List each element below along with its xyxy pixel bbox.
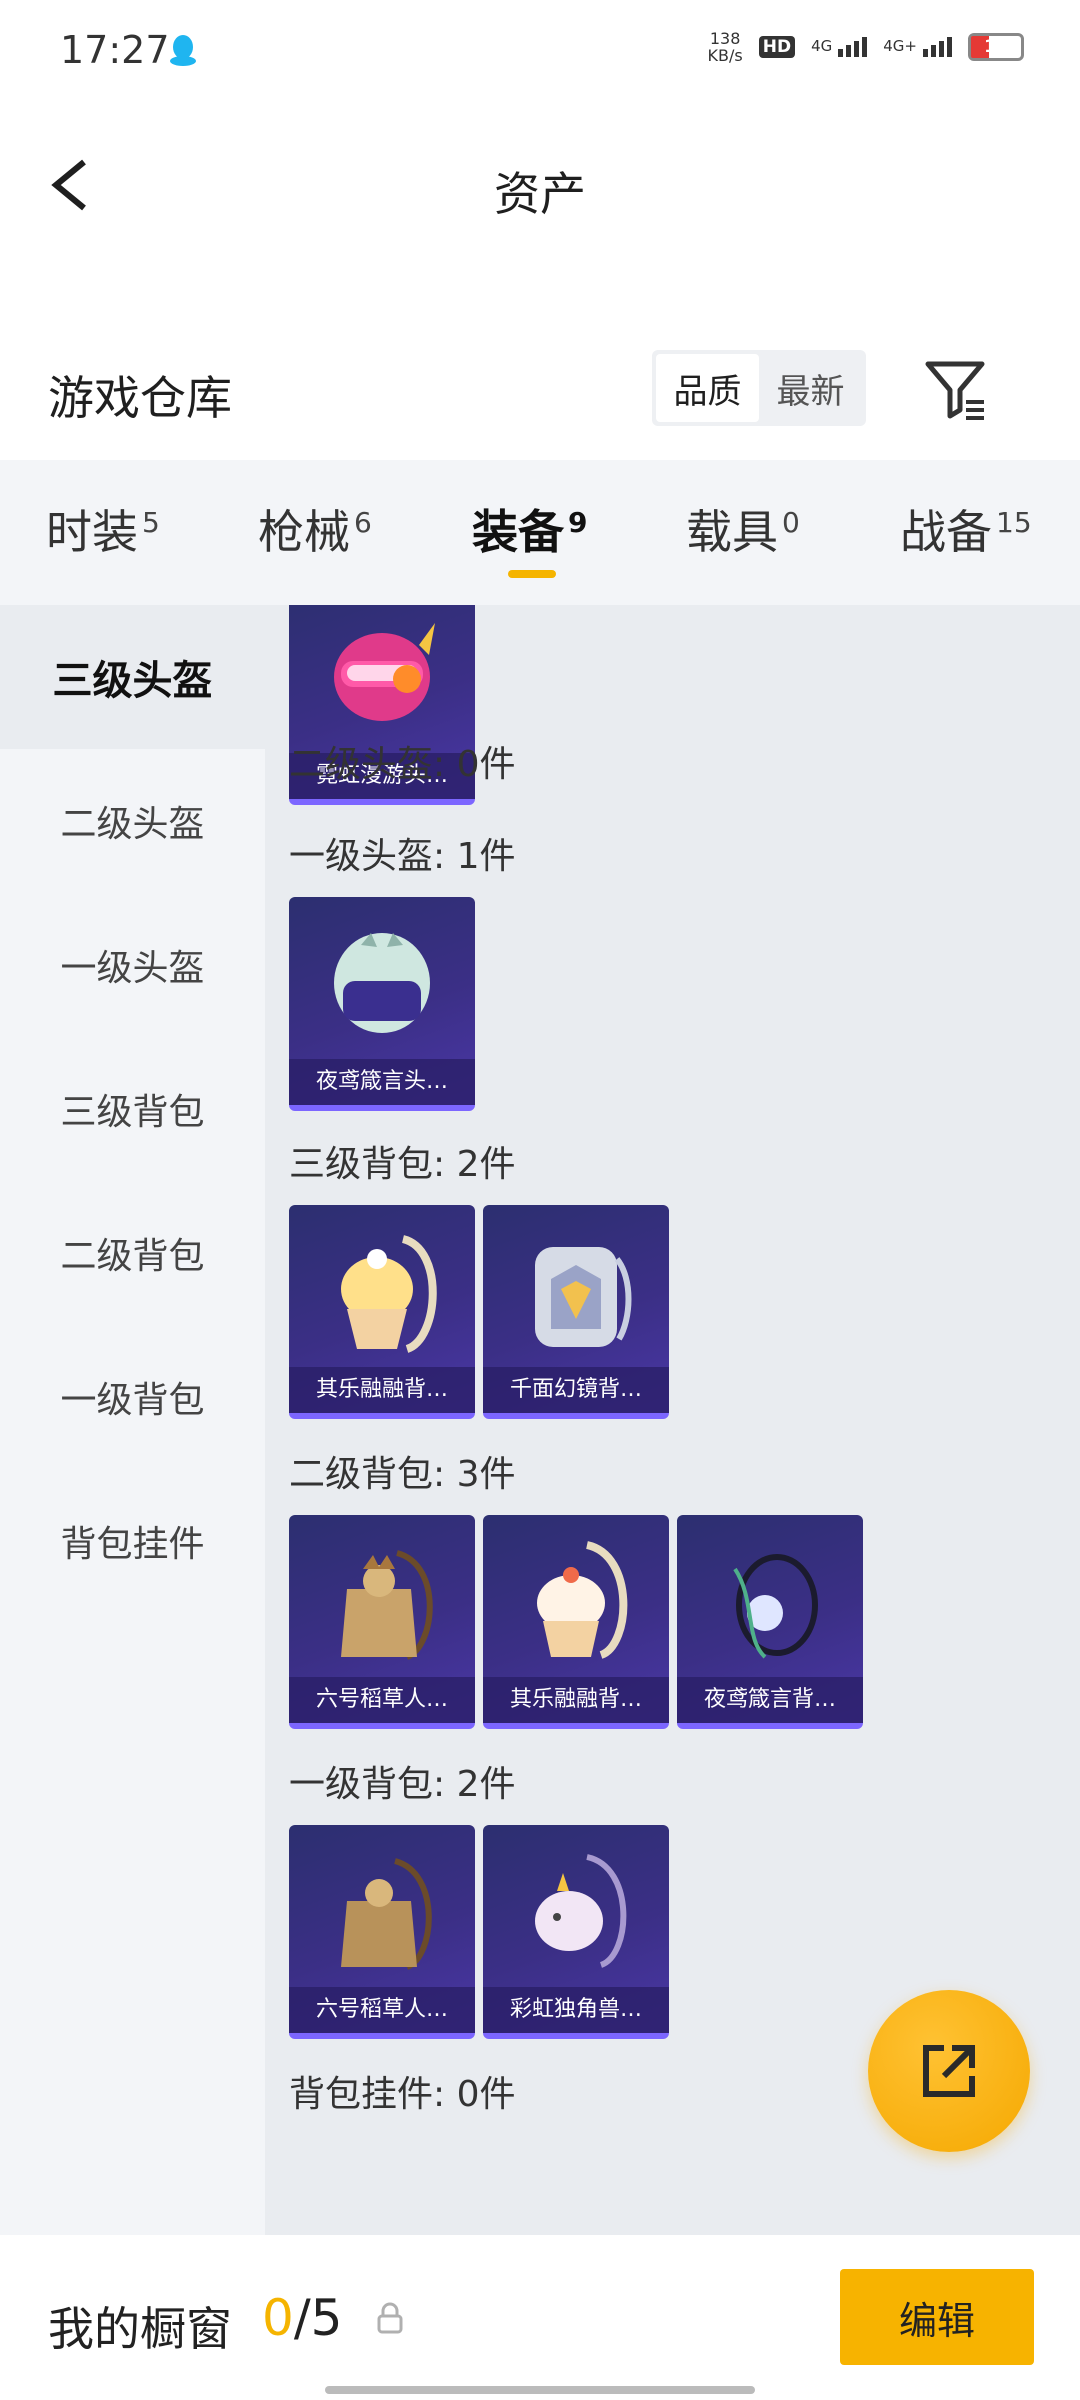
sidebar-item-lv3-helmet[interactable]: 三级头盔 [0,605,265,749]
item-card[interactable]: 其乐融融背… [289,1205,475,1419]
network-speed: 138 KB/s [707,29,743,65]
owl-backpack-icon [733,1554,818,1659]
sidebar-item-lv1-helmet[interactable]: 一级头盔 [0,893,265,1037]
lock-icon [377,2302,403,2334]
tab-supplies[interactable]: 战备 15 [900,496,1032,562]
page-title: 资产 [494,167,586,221]
sort-toggle: 品质 最新 [652,350,866,426]
item-name: 夜鸢箴言背… [677,1677,863,1723]
scarecrow-backpack-icon [341,1550,433,1660]
share-button[interactable] [868,1990,1030,2152]
sidebar-item-lv2-backpack[interactable]: 二级背包 [0,1181,265,1325]
tab-firearms[interactable]: 枪械 6 [258,496,372,562]
sort-option-quality[interactable]: 品质 [656,354,759,422]
qq-notification-icon [170,35,196,66]
showcase-bar: 我的橱窗 0/5 编辑 [0,2235,1080,2400]
section-label: 一级头盔: 1件 [289,836,516,877]
item-name: 千面幻镜背… [483,1367,669,1413]
edit-button[interactable]: 编辑 [840,2269,1034,2365]
sidebar-item-lv2-helmet[interactable]: 二级头盔 [0,749,265,893]
item-name: 夜鸢箴言头… [289,1059,475,1105]
section-label: 一级背包: 2件 [289,1764,516,1805]
item-name: 其乐融融背… [483,1677,669,1723]
item-name: 六号稻草人… [289,1677,475,1723]
item-card[interactable]: 其乐融融背… [483,1515,669,1729]
mirror-backpack-icon [535,1247,632,1347]
status-time: 17:27 [60,28,170,72]
item-card[interactable]: 六号稻草人… [289,1825,475,2039]
sim2-signal-icon: 4G+ [883,37,952,57]
neon-helmet-icon [334,623,435,721]
assets-screen: 17:27 138 KB/s HD 4G 4G+ 17 资产 游戏仓库 品质 最… [0,0,1080,2400]
item-card[interactable]: 彩虹独角兽… [483,1825,669,2039]
warehouse-title: 游戏仓库 [48,371,232,425]
tab-equipment[interactable]: 装备 9 [472,496,587,562]
warehouse-header: 游戏仓库 品质 最新 [0,330,1080,460]
showcase-title: 我的橱窗 [48,2302,232,2356]
filter-icon[interactable] [920,354,990,424]
section-label: 三级背包: 2件 [289,1144,516,1185]
status-icons: 138 KB/s HD 4G 4G+ 17 [708,30,1024,64]
item-card[interactable]: 夜鸢箴言头… [289,897,475,1111]
unicorn-backpack-icon [535,1854,627,1968]
sort-option-latest[interactable]: 最新 [759,354,862,422]
sidebar-item-backpack-charm[interactable]: 背包挂件 [0,1469,265,1613]
section-label: 二级头盔: 0件 [289,744,516,785]
active-tab-indicator [508,570,556,578]
cake-backpack-icon [537,1541,628,1659]
status-bar: 17:27 138 KB/s HD 4G 4G+ 17 [0,0,1080,100]
item-name: 六号稻草人… [289,1987,475,2033]
cake-backpack-icon [341,1235,437,1353]
section-label: 二级背包: 3件 [289,1454,516,1495]
scarecrow-backpack-icon [341,1858,432,1970]
sim1-signal-icon: 4G [811,37,868,57]
category-tabs: 时装 5 枪械 6 装备 9 载具 0 战备 15 [0,460,1080,605]
share-external-icon [923,2045,975,2097]
showcase-count: 0/5 [262,2289,343,2347]
item-card[interactable]: 千面幻镜背… [483,1205,669,1419]
hd-voice-icon: HD [758,36,796,58]
owl-helmet-icon [334,933,430,1033]
section-label: 背包挂件: 0件 [289,2074,516,2115]
item-card[interactable]: 夜鸢箴言背… [677,1515,863,1729]
item-card[interactable]: 六号稻草人… [289,1515,475,1729]
tab-fashion[interactable]: 时装 5 [46,496,160,562]
sidebar-item-lv1-backpack[interactable]: 一级背包 [0,1325,265,1469]
tab-vehicles[interactable]: 载具 0 [686,496,800,562]
subcategory-sidebar: 三级头盔 二级头盔 一级头盔 三级背包 二级背包 一级背包 背包挂件 [0,605,265,2235]
sidebar-item-lv3-backpack[interactable]: 三级背包 [0,1037,265,1181]
battery-icon: 17 [968,33,1024,61]
nav-bar: 资产 [0,120,1080,250]
item-name: 其乐融融背… [289,1367,475,1413]
item-name: 彩虹独角兽… [483,1987,669,2033]
home-indicator[interactable] [325,2386,755,2394]
